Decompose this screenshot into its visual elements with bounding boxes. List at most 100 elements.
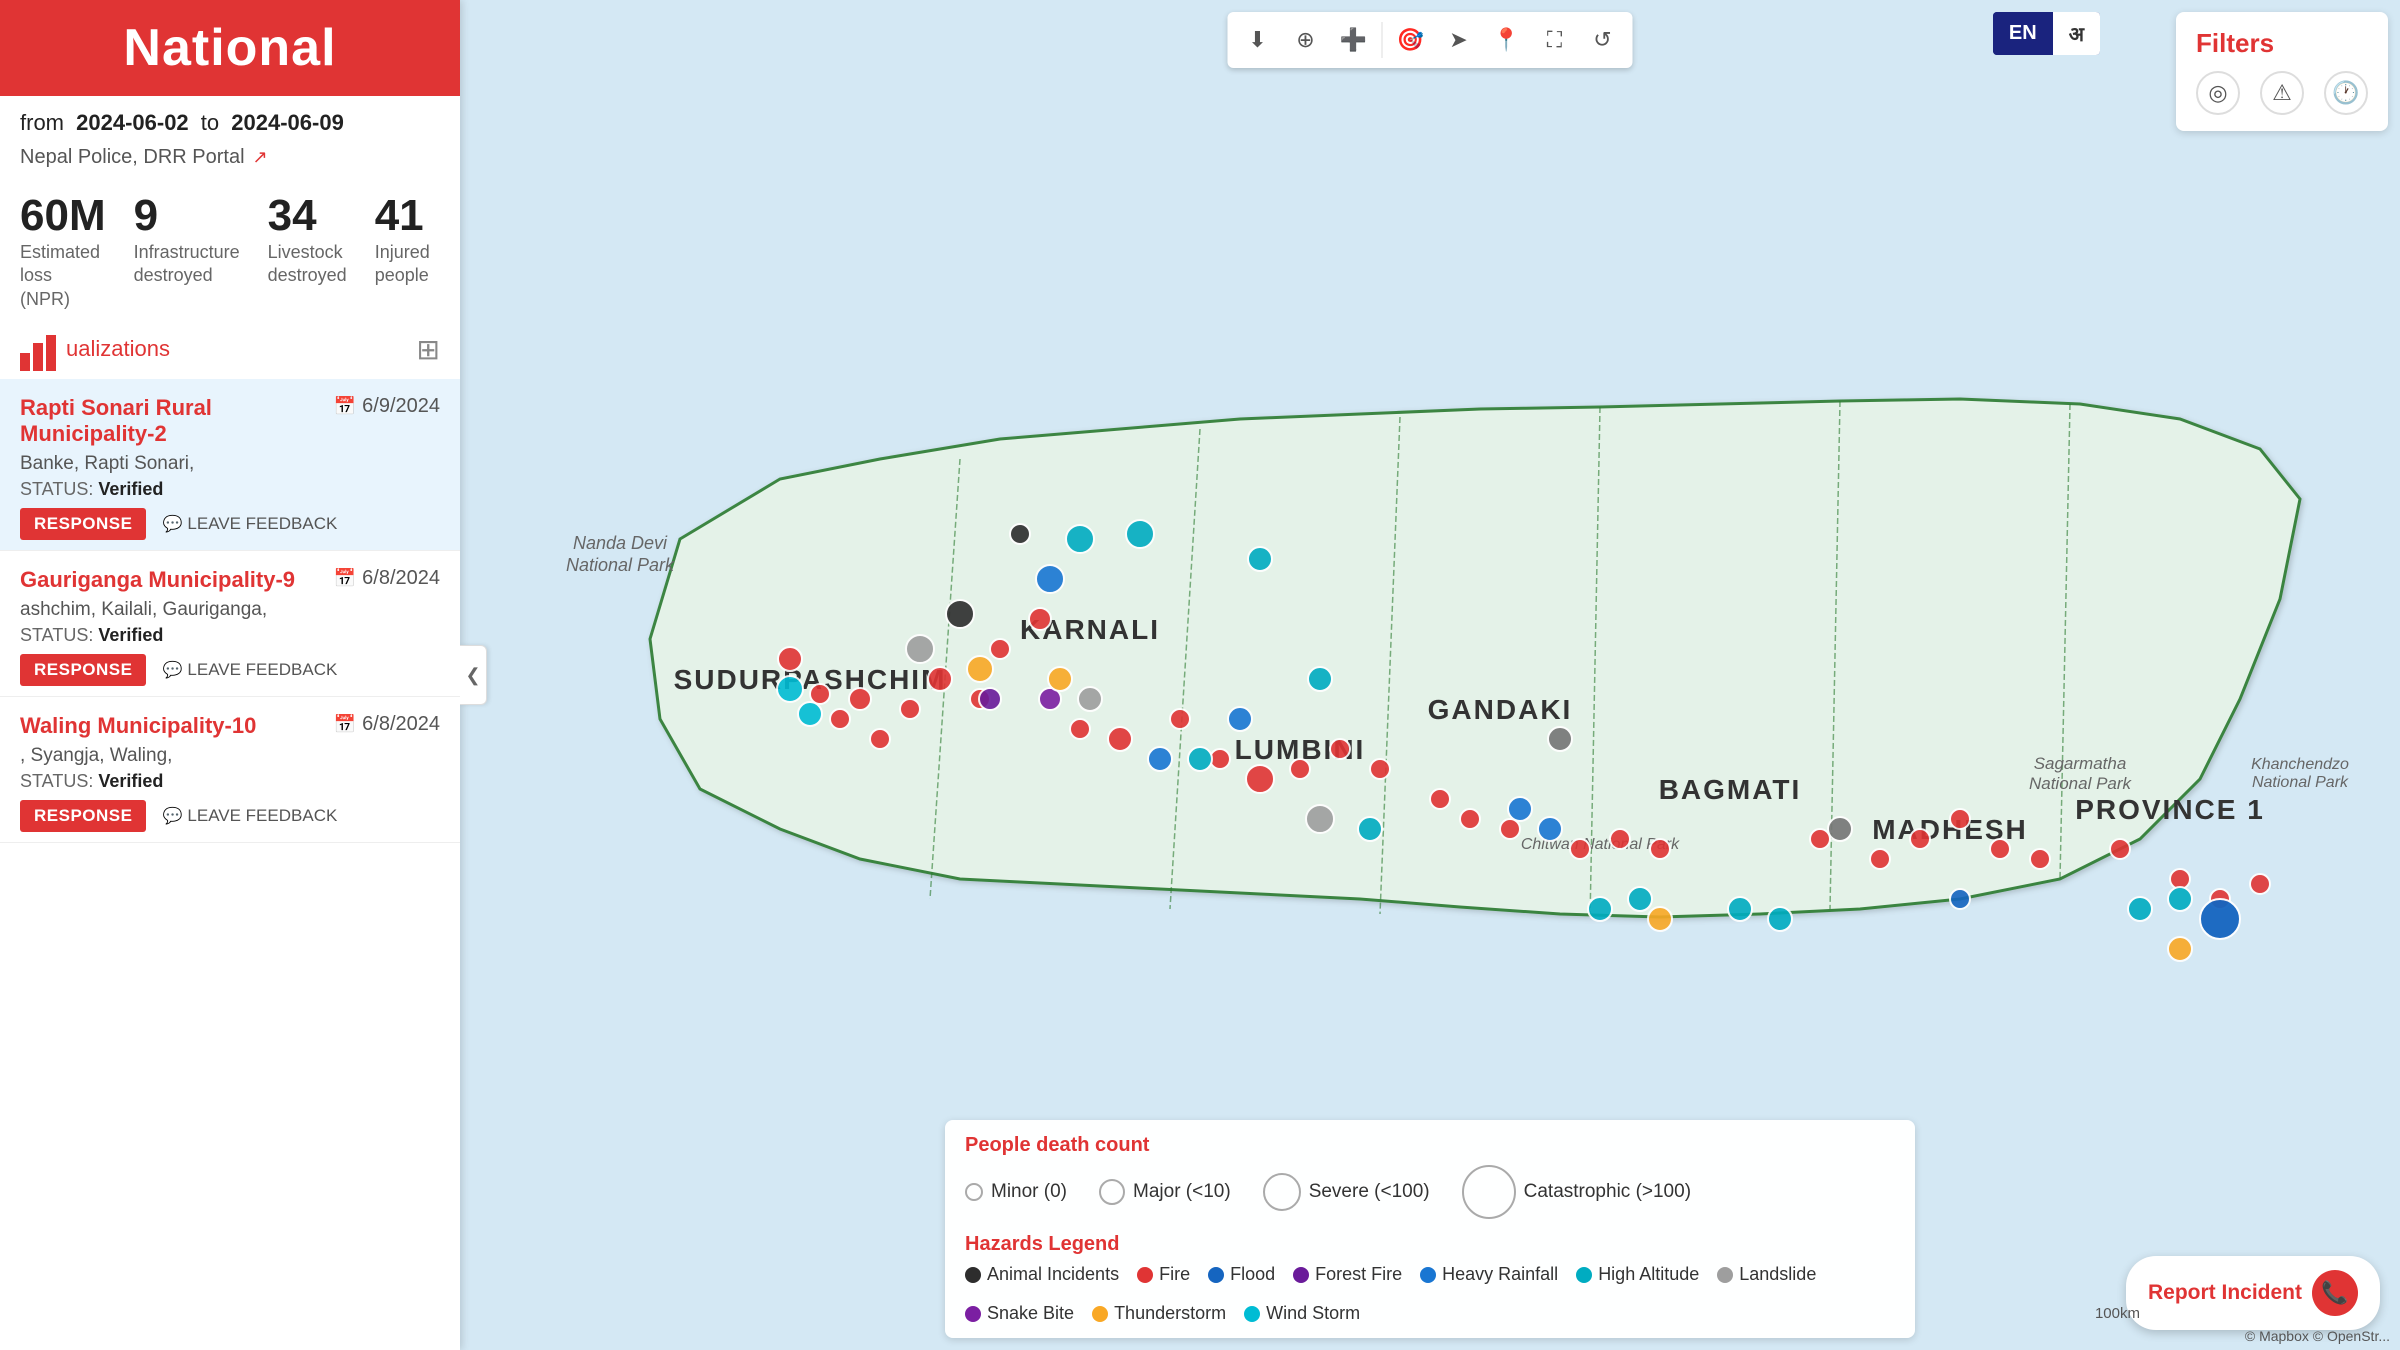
refresh-button[interactable]: ↺ — [1581, 18, 1625, 62]
incident-header-1: Rapti Sonari Rural Municipality-2 📅 6/9/… — [20, 395, 440, 447]
death-count-title: People death count — [965, 1134, 1895, 1157]
hazard-dot-animal — [965, 1267, 981, 1283]
svg-text:GANDAKI: GANDAKI — [1428, 694, 1573, 725]
hazard-dot-snake-bite — [965, 1306, 981, 1322]
hazard-thunderstorm: Thunderstorm — [1092, 1303, 1226, 1324]
scale-value: 100km — [2095, 1305, 2140, 1322]
filters-title: Filters — [2196, 28, 2368, 59]
calendar-icon-2: 📅 — [334, 568, 356, 589]
incident-status-3: STATUS: Verified — [20, 771, 440, 792]
feedback-icon-3: 💬 — [162, 806, 182, 826]
incident-header-3: Waling Municipality-10 📅 6/8/2024 — [20, 713, 440, 739]
source-link[interactable]: ↗ — [253, 147, 268, 168]
incident-date-2: 📅 6/8/2024 — [334, 567, 440, 590]
date-range: from 2024-06-02 to 2024-06-09 — [0, 96, 460, 142]
stat-estimated-loss: 60M Estimated loss(NPR) — [20, 191, 106, 311]
locate-button[interactable]: 🎯 — [1389, 18, 1433, 62]
map-scale: 100km — [2095, 1305, 2140, 1322]
incident-actions-2: RESPONSE 💬 LEAVE FEEDBACK — [20, 654, 440, 686]
source-row: Nepal Police, DRR Portal ↗ — [0, 142, 460, 179]
incident-item-2[interactable]: Gauriganga Municipality-9 📅 6/8/2024 ash… — [0, 551, 460, 697]
stat-label-infra: Infrastructuredestroyed — [134, 241, 240, 288]
feedback-button-2[interactable]: 💬 LEAVE FEEDBACK — [162, 660, 337, 680]
incident-item-3[interactable]: Waling Municipality-10 📅 6/8/2024 , Syan… — [0, 697, 460, 843]
incident-date-3: 📅 6/8/2024 — [334, 713, 440, 736]
death-label-major: Major (<10) — [1133, 1181, 1231, 1203]
nepal-map-svg: SUDURPASHCHIM KARNALI LUMBINI GANDAKI BA… — [500, 339, 2360, 1039]
lang-ne-button[interactable]: अ — [2053, 12, 2100, 55]
response-button-2[interactable]: RESPONSE — [20, 654, 146, 686]
hazard-label-flood: Flood — [1230, 1264, 1275, 1285]
report-incident-button[interactable]: Report Incident 📞 — [2126, 1256, 2380, 1330]
svg-text:Sagarmatha: Sagarmatha — [2034, 754, 2127, 773]
hazard-row: Animal Incidents Fire Flood Forest Fire … — [965, 1264, 1895, 1324]
hazard-landslide: Landslide — [1717, 1264, 1816, 1285]
filters-panel: Filters ◎ ⚠ 🕐 — [2176, 12, 2388, 131]
stat-label-loss: Estimated loss(NPR) — [20, 241, 106, 311]
hazard-dot-fire — [1137, 1267, 1153, 1283]
stat-injured: 41 Injured people — [375, 191, 440, 311]
svg-text:Khanchendzo: Khanchendzo — [2251, 756, 2349, 773]
grid-view-icon[interactable]: ⊞ — [417, 333, 440, 366]
calendar-icon-3: 📅 — [334, 714, 356, 735]
map-area[interactable]: ❮ ⬇ ⊕ ➕ 🎯 ➤ 📍 ⛶ ↺ EN अ Filters ◎ ⚠ 🕐 — [460, 0, 2400, 1350]
death-circle-severe — [1263, 1173, 1301, 1211]
download-button[interactable]: ⬇ — [1236, 18, 1280, 62]
death-label-minor: Minor (0) — [991, 1181, 1067, 1203]
response-button-3[interactable]: RESPONSE — [20, 800, 146, 832]
death-circle-minor — [965, 1183, 983, 1201]
add-button[interactable]: ➕ — [1332, 18, 1376, 62]
lang-en-button[interactable]: EN — [1993, 12, 2053, 55]
hazard-dot-wind-storm — [1244, 1306, 1260, 1322]
stat-value-live: 34 — [268, 191, 347, 241]
stat-value-loss: 60M — [20, 191, 106, 241]
hazard-label-thunderstorm: Thunderstorm — [1114, 1303, 1226, 1324]
death-label-severe: Severe (<100) — [1309, 1181, 1430, 1203]
header-bar: National — [0, 0, 460, 96]
legend-container: People death count Minor (0) Major (<10)… — [945, 1120, 1915, 1338]
incident-item-1[interactable]: Rapti Sonari Rural Municipality-2 📅 6/9/… — [0, 379, 460, 551]
incident-location-1: Banke, Rapti Sonari, — [20, 453, 440, 475]
hazard-label-forest-fire: Forest Fire — [1315, 1264, 1402, 1285]
feedback-button-1[interactable]: 💬 LEAVE FEEDBACK — [162, 514, 337, 534]
pin-button[interactable]: 📍 — [1485, 18, 1529, 62]
death-label-catastrophic: Catastrophic (>100) — [1524, 1181, 1691, 1203]
svg-text:National Park: National Park — [2029, 774, 2133, 793]
hazard-label-wind-storm: Wind Storm — [1266, 1303, 1360, 1324]
death-count-row: Minor (0) Major (<10) Severe (<100) Cata… — [965, 1165, 1895, 1219]
stat-label-injured: Injured people — [375, 241, 440, 288]
stat-livestock: 34 Livestockdestroyed — [268, 191, 347, 311]
death-severe: Severe (<100) — [1263, 1173, 1430, 1211]
death-circle-major — [1099, 1179, 1125, 1205]
svg-text:BAGMATI: BAGMATI — [1659, 774, 1802, 805]
fullscreen-button[interactable]: ⛶ — [1533, 18, 1577, 62]
to-label: to — [201, 110, 219, 135]
bar-chart-icon — [20, 327, 56, 371]
layers-button[interactable]: ⊕ — [1284, 18, 1328, 62]
hazard-animal: Animal Incidents — [965, 1264, 1119, 1285]
direction-button[interactable]: ➤ — [1437, 18, 1481, 62]
filter-time-button[interactable]: 🕐 — [2324, 71, 2368, 115]
bar-3 — [46, 335, 56, 371]
hazard-fire: Fire — [1137, 1264, 1190, 1285]
filter-icons: ◎ ⚠ 🕐 — [2196, 71, 2368, 115]
toolbar-separator — [1382, 22, 1383, 58]
collapse-panel-button[interactable]: ❮ — [460, 645, 487, 705]
map-attribution: © Mapbox © OpenStr... — [2245, 1328, 2390, 1344]
hazard-label-fire: Fire — [1159, 1264, 1190, 1285]
response-button-1[interactable]: RESPONSE — [20, 508, 146, 540]
incident-status-2: STATUS: Verified — [20, 625, 440, 646]
filter-location-button[interactable]: ◎ — [2196, 71, 2240, 115]
feedback-button-3[interactable]: 💬 LEAVE FEEDBACK — [162, 806, 337, 826]
hazard-flood: Flood — [1208, 1264, 1275, 1285]
svg-text:Nanda Devi: Nanda Devi — [573, 533, 668, 553]
incident-list: Rapti Sonari Rural Municipality-2 📅 6/9/… — [0, 379, 460, 1350]
incident-location-2: ashchim, Kailali, Gauriganga, — [20, 599, 440, 621]
incident-actions-1: RESPONSE 💬 LEAVE FEEDBACK — [20, 508, 440, 540]
stat-infrastructure: 9 Infrastructuredestroyed — [134, 191, 240, 311]
incident-location-3: , Syangja, Waling, — [20, 745, 440, 767]
incident-actions-3: RESPONSE 💬 LEAVE FEEDBACK — [20, 800, 440, 832]
hazard-label-high-altitude: High Altitude — [1598, 1264, 1699, 1285]
hazard-wind-storm: Wind Storm — [1244, 1303, 1360, 1324]
filter-warning-button[interactable]: ⚠ — [2260, 71, 2304, 115]
